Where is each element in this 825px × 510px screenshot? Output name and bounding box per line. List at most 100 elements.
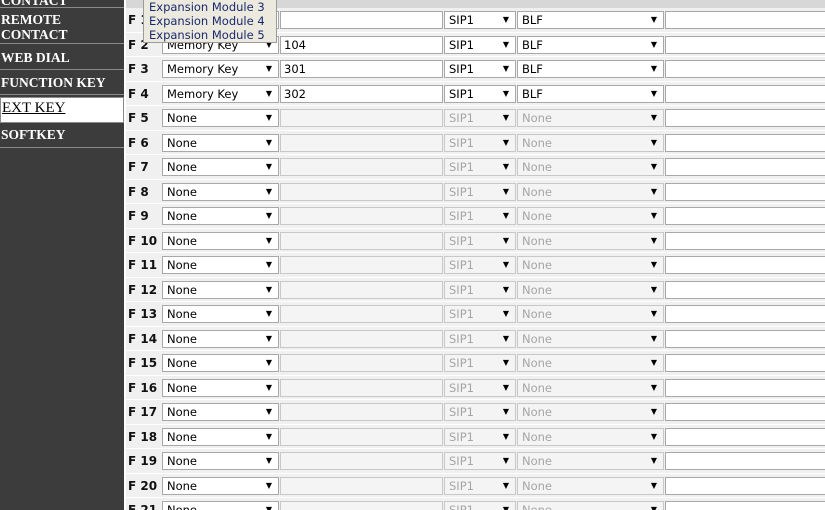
key-value-input[interactable] xyxy=(280,280,443,299)
extension-input[interactable] xyxy=(665,11,825,29)
key-value-input[interactable] xyxy=(280,109,443,127)
extension-input[interactable] xyxy=(665,182,825,201)
dropdown-option-expansion-module-3[interactable]: Expansion Module 3 xyxy=(149,1,265,14)
key-value-input[interactable] xyxy=(280,427,443,446)
key-type-select[interactable]: None ▼ xyxy=(162,109,279,127)
expansion-module-dropdown[interactable]: Expansion Module 3 Expansion Module 4 Ex… xyxy=(143,0,277,43)
extension-input[interactable] xyxy=(665,329,825,348)
line-select[interactable]: SIP1 ▼ xyxy=(444,35,516,54)
subtype-select[interactable]: None ▼ xyxy=(517,452,664,470)
extension-input[interactable] xyxy=(665,207,825,225)
key-type-select[interactable]: None ▼ xyxy=(162,452,279,470)
line-select[interactable]: SIP1 ▼ xyxy=(444,158,516,176)
line-select[interactable]: SIP1 ▼ xyxy=(444,329,516,348)
subtype-select[interactable]: None ▼ xyxy=(517,403,664,421)
key-type-select[interactable]: None ▼ xyxy=(162,158,279,176)
key-value-input[interactable] xyxy=(280,11,443,29)
key-value-input[interactable] xyxy=(280,133,443,152)
line-select[interactable]: SIP1 ▼ xyxy=(444,256,516,274)
extension-input[interactable] xyxy=(665,501,825,510)
key-value-input[interactable] xyxy=(280,354,443,372)
line-select[interactable]: SIP1 ▼ xyxy=(444,403,516,421)
subtype-select[interactable]: None ▼ xyxy=(517,305,664,323)
key-type-select[interactable]: None ▼ xyxy=(162,207,279,225)
subtype-select[interactable]: None ▼ xyxy=(517,256,664,274)
line-select[interactable]: SIP1 ▼ xyxy=(444,207,516,225)
key-type-select[interactable]: None ▼ xyxy=(162,476,279,495)
key-type-select[interactable]: None ▼ xyxy=(162,329,279,348)
key-value-input[interactable] xyxy=(280,329,443,348)
key-value-input[interactable] xyxy=(280,207,443,225)
line-select[interactable]: SIP1 ▼ xyxy=(444,231,516,250)
subtype-select[interactable]: None ▼ xyxy=(517,133,664,152)
extension-input[interactable] xyxy=(665,231,825,250)
extension-input[interactable] xyxy=(665,84,825,103)
subtype-select[interactable]: BLF ▼ xyxy=(517,35,664,54)
key-value-input[interactable]: 104 xyxy=(280,35,443,54)
subtype-select[interactable]: None ▼ xyxy=(517,109,664,127)
sidebar-item-function-key[interactable]: FUNCTION KEY xyxy=(0,72,124,95)
subtype-select[interactable]: None ▼ xyxy=(517,182,664,201)
extension-input[interactable] xyxy=(665,427,825,446)
extension-input[interactable] xyxy=(665,133,825,152)
line-select[interactable]: SIP1 ▼ xyxy=(444,427,516,446)
subtype-select[interactable]: None ▼ xyxy=(517,501,664,510)
subtype-select[interactable]: None ▼ xyxy=(517,280,664,299)
subtype-select[interactable]: BLF ▼ xyxy=(517,11,664,29)
extension-input[interactable] xyxy=(665,403,825,421)
sidebar-item-web-dial[interactable]: WEB DIAL xyxy=(0,48,124,70)
sidebar-item-contact[interactable]: CONTACT xyxy=(0,0,124,8)
subtype-select[interactable]: BLF ▼ xyxy=(517,60,664,78)
key-value-input[interactable]: 302 xyxy=(280,84,443,103)
key-type-select[interactable]: Memory Key ▼ xyxy=(162,84,279,103)
subtype-select[interactable]: None ▼ xyxy=(517,476,664,495)
line-select[interactable]: SIP1 ▼ xyxy=(444,109,516,127)
subtype-select[interactable]: None ▼ xyxy=(517,354,664,372)
key-type-select[interactable]: None ▼ xyxy=(162,280,279,299)
subtype-select[interactable]: None ▼ xyxy=(517,427,664,446)
line-select[interactable]: SIP1 ▼ xyxy=(444,305,516,323)
extension-input[interactable] xyxy=(665,452,825,470)
key-type-select[interactable]: None ▼ xyxy=(162,182,279,201)
line-select[interactable]: SIP1 ▼ xyxy=(444,280,516,299)
subtype-select[interactable]: None ▼ xyxy=(517,207,664,225)
line-select[interactable]: SIP1 ▼ xyxy=(444,84,516,103)
dropdown-option-expansion-module-4[interactable]: Expansion Module 4 xyxy=(149,15,265,28)
subtype-select[interactable]: None ▼ xyxy=(517,231,664,250)
dropdown-option-expansion-module-5[interactable]: Expansion Module 5 xyxy=(149,29,265,42)
key-value-input[interactable] xyxy=(280,452,443,470)
key-type-select[interactable]: None ▼ xyxy=(162,427,279,446)
key-type-select[interactable]: None ▼ xyxy=(162,378,279,397)
key-value-input[interactable] xyxy=(280,256,443,274)
subtype-select[interactable]: None ▼ xyxy=(517,378,664,397)
line-select[interactable]: SIP1 ▼ xyxy=(444,182,516,201)
line-select[interactable]: SIP1 ▼ xyxy=(444,476,516,495)
extension-input[interactable] xyxy=(665,256,825,274)
key-type-select[interactable]: None ▼ xyxy=(162,305,279,323)
key-value-input[interactable] xyxy=(280,501,443,510)
key-type-select[interactable]: None ▼ xyxy=(162,403,279,421)
key-type-select[interactable]: Memory Key ▼ xyxy=(162,60,279,78)
key-type-select[interactable]: None ▼ xyxy=(162,354,279,372)
sidebar-item-remote-contact[interactable]: REMOTE CONTACT xyxy=(0,12,124,44)
key-value-input[interactable] xyxy=(280,378,443,397)
extension-input[interactable] xyxy=(665,35,825,54)
line-select[interactable]: SIP1 ▼ xyxy=(444,501,516,510)
key-type-select[interactable]: None ▼ xyxy=(162,501,279,510)
key-type-select[interactable]: None ▼ xyxy=(162,256,279,274)
key-type-select[interactable]: None ▼ xyxy=(162,133,279,152)
sidebar-item-ext-key[interactable]: EXT KEY xyxy=(0,97,124,123)
subtype-select[interactable]: None ▼ xyxy=(517,158,664,176)
line-select[interactable]: SIP1 ▼ xyxy=(444,452,516,470)
extension-input[interactable] xyxy=(665,378,825,397)
line-select[interactable]: SIP1 ▼ xyxy=(444,354,516,372)
key-value-input[interactable] xyxy=(280,476,443,495)
key-value-input[interactable]: 301 xyxy=(280,60,443,78)
line-select[interactable]: SIP1 ▼ xyxy=(444,378,516,397)
subtype-select[interactable]: None ▼ xyxy=(517,329,664,348)
extension-input[interactable] xyxy=(665,305,825,323)
line-select[interactable]: SIP1 ▼ xyxy=(444,60,516,78)
line-select[interactable]: SIP1 ▼ xyxy=(444,11,516,29)
extension-input[interactable] xyxy=(665,354,825,372)
extension-input[interactable] xyxy=(665,60,825,78)
